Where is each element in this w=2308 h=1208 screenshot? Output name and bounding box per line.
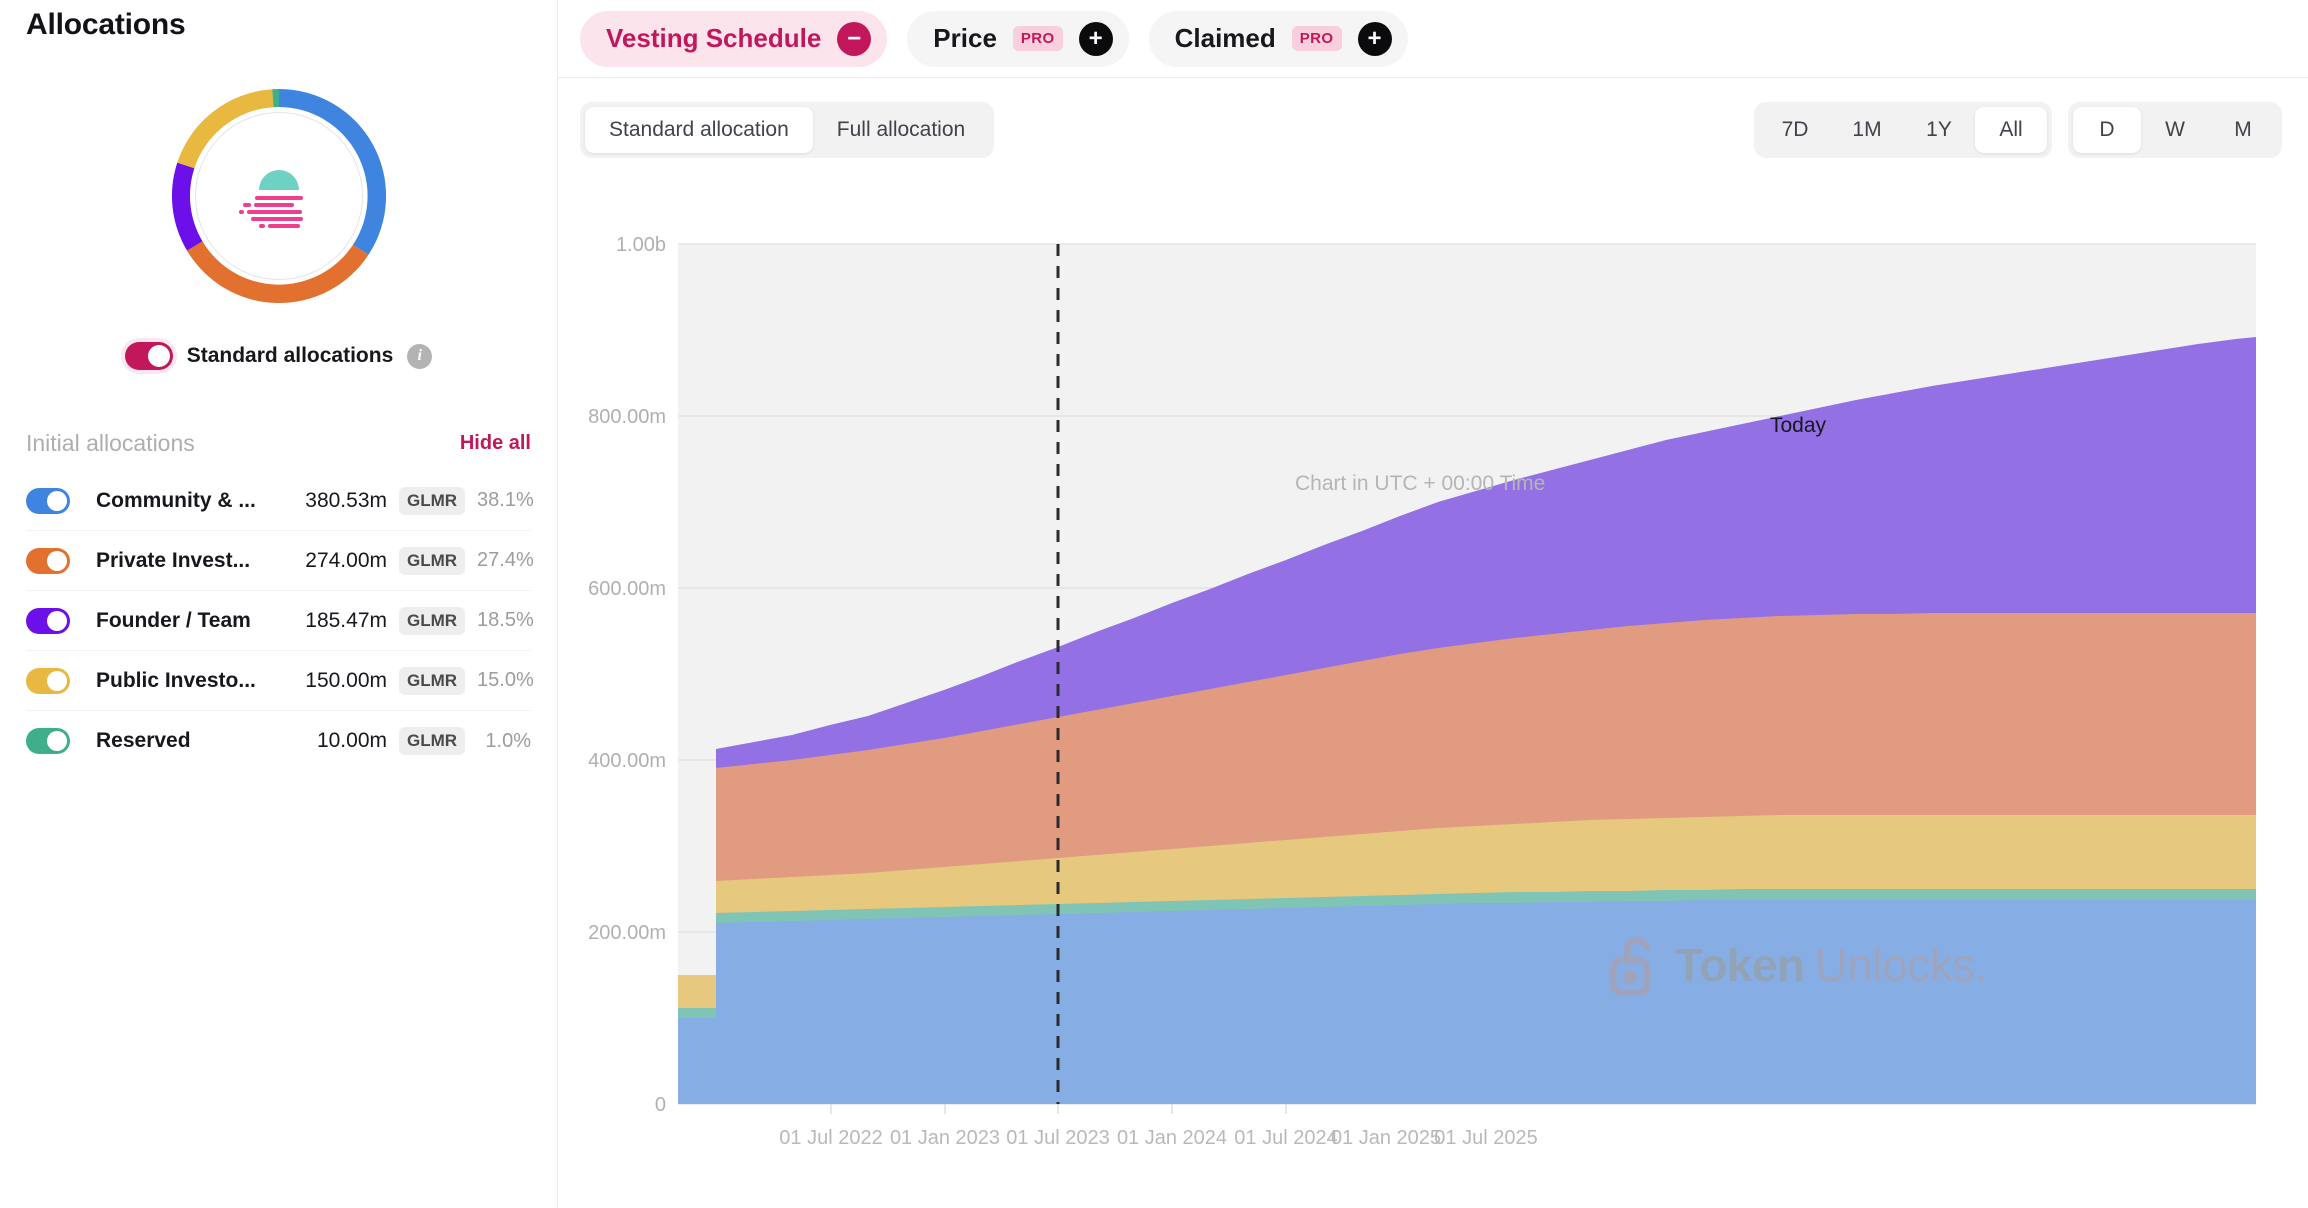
granularity-day[interactable]: D — [2073, 107, 2141, 153]
tab-vesting-schedule[interactable]: Vesting Schedule − — [580, 10, 888, 67]
svg-text:800.00m: 800.00m — [588, 406, 666, 428]
svg-text:01 Jan 2025: 01 Jan 2025 — [1331, 1127, 1441, 1149]
pro-badge: PRO — [1291, 26, 1342, 51]
page-title: Allocations — [26, 8, 186, 41]
list-item[interactable]: Private Invest... 274.00m GLMR 27.4% — [26, 531, 534, 591]
range-1y[interactable]: 1Y — [1903, 107, 1975, 153]
brand-logo-icon — [238, 170, 303, 228]
pro-badge: PRO — [1012, 26, 1063, 51]
svg-text:0: 0 — [655, 1094, 666, 1116]
chart-x-axis: 01 Jul 2022 01 Jan 2023 01 Jul 2023 01 J… — [779, 1104, 1538, 1149]
list-item[interactable]: Founder / Team 185.47m GLMR 18.5% — [26, 591, 534, 651]
allocation-toggle[interactable] — [26, 728, 70, 754]
standard-allocations-row: Standard allocations i — [0, 342, 557, 370]
chart-svg: 1.00b 800.00m 600.00m 400.00m 200.00m 0 — [588, 234, 2256, 1149]
granularity-switcher: D W M — [2068, 102, 2282, 158]
allocation-symbol: GLMR — [399, 546, 466, 575]
chart-y-axis: 1.00b 800.00m 600.00m 400.00m 200.00m 0 — [588, 234, 666, 1116]
allocation-name: Private Invest... — [96, 548, 251, 572]
allocation-amount: 185.47m — [305, 608, 387, 632]
tab-label: Vesting Schedule — [606, 23, 822, 53]
info-icon[interactable]: i — [407, 343, 433, 369]
app-root: Allocations Standard allocations i Initi… — [0, 0, 2308, 1208]
allocation-toggle[interactable] — [26, 607, 70, 634]
tab-label: Claimed — [1174, 23, 1276, 53]
allocation-symbol: GLMR — [399, 666, 466, 695]
allocation-mode-switcher: Standard allocation Full allocation — [580, 102, 995, 158]
allocation-list: Community & ... 380.53m GLMR 38.1% Priva… — [26, 471, 534, 771]
allocation-amount: 380.53m — [305, 488, 387, 512]
list-item[interactable]: Community & ... 380.53m GLMR 38.1% — [26, 471, 534, 531]
granularity-week[interactable]: W — [2141, 107, 2209, 153]
tab-claimed[interactable]: Claimed PRO + — [1148, 10, 1408, 67]
initial-allocations-title: Initial allocations — [26, 430, 195, 456]
granularity-month[interactable]: M — [2209, 107, 2277, 153]
svg-text:01 Jul 2025: 01 Jul 2025 — [1434, 1127, 1537, 1149]
allocation-percent: 38.1% — [477, 489, 534, 511]
utc-note: Chart in UTC + 00:00 Time — [1295, 472, 1546, 495]
allocation-symbol: GLMR — [399, 727, 466, 755]
chart-controls: Standard allocation Full allocation 7D 1… — [558, 78, 2308, 182]
allocation-toggle[interactable] — [26, 667, 70, 694]
tab-label: Price — [933, 23, 997, 53]
hide-all-link[interactable]: Hide all — [460, 432, 531, 455]
range-all[interactable]: All — [1975, 107, 2047, 153]
donut-center-logo — [194, 112, 363, 280]
allocation-percent: 1.0% — [485, 729, 531, 752]
area-community — [678, 900, 2256, 1104]
standard-allocations-toggle[interactable] — [124, 342, 173, 370]
allocation-toggle[interactable] — [26, 547, 70, 574]
allocation-symbol: GLMR — [399, 606, 466, 635]
allocation-name: Founder / Team — [96, 608, 251, 632]
time-controls: 7D 1M 1Y All D W M — [1754, 102, 2282, 158]
svg-text:01 Jul 2023: 01 Jul 2023 — [1006, 1127, 1109, 1149]
initial-allocations-header: Initial allocations Hide all — [26, 430, 531, 457]
svg-text:01 Jul 2022: 01 Jul 2022 — [779, 1127, 882, 1149]
allocation-name: Public Investo... — [96, 668, 256, 692]
list-item[interactable]: Reserved 10.00m GLMR 1.0% — [26, 711, 531, 771]
tab-price[interactable]: Price PRO + — [907, 10, 1129, 67]
chart-tabs: Vesting Schedule − Price PRO + Claimed P… — [558, 0, 2308, 78]
allocation-amount: 10.00m — [316, 729, 387, 752]
allocation-name: Community & ... — [96, 488, 256, 512]
allocation-toggle[interactable] — [26, 487, 70, 514]
allocation-amount: 274.00m — [305, 548, 387, 572]
allocation-amount: 150.00m — [305, 668, 387, 692]
range-7d[interactable]: 7D — [1759, 107, 1831, 153]
svg-text:600.00m: 600.00m — [588, 578, 666, 600]
plus-icon[interactable]: + — [1078, 21, 1113, 56]
svg-text:01 Jan 2024: 01 Jan 2024 — [1117, 1127, 1227, 1149]
svg-text:400.00m: 400.00m — [588, 750, 666, 772]
today-label: Today — [1769, 414, 1827, 437]
allocation-symbol: GLMR — [399, 486, 466, 515]
allocations-sidebar: Allocations Standard allocations i Initi… — [0, 0, 558, 1208]
allocation-percent: 15.0% — [477, 669, 534, 691]
list-item[interactable]: Public Investo... 150.00m GLMR 15.0% — [26, 651, 534, 711]
svg-text:1.00b: 1.00b — [616, 234, 666, 256]
mode-standard-allocation[interactable]: Standard allocation — [585, 107, 813, 153]
allocation-percent: 18.5% — [477, 609, 534, 631]
svg-text:01 Jul 2024: 01 Jul 2024 — [1234, 1127, 1337, 1149]
allocation-name: Reserved — [96, 729, 191, 752]
mode-full-allocation[interactable]: Full allocation — [813, 107, 989, 153]
svg-text:200.00m: 200.00m — [588, 922, 666, 944]
allocation-donut-chart — [0, 72, 557, 320]
plus-icon[interactable]: + — [1357, 21, 1392, 56]
range-switcher: 7D 1M 1Y All — [1754, 102, 2052, 158]
standard-allocations-label: Standard allocations — [186, 344, 394, 367]
minus-icon[interactable]: − — [837, 21, 872, 56]
range-1m[interactable]: 1M — [1831, 107, 1903, 153]
vesting-schedule-chart[interactable]: 1.00b 800.00m 600.00m 400.00m 200.00m 0 — [558, 182, 2308, 1208]
svg-text:01 Jan 2023: 01 Jan 2023 — [890, 1127, 1000, 1149]
allocation-percent: 27.4% — [477, 549, 534, 571]
chart-panel: Vesting Schedule − Price PRO + Claimed P… — [558, 0, 2308, 1208]
